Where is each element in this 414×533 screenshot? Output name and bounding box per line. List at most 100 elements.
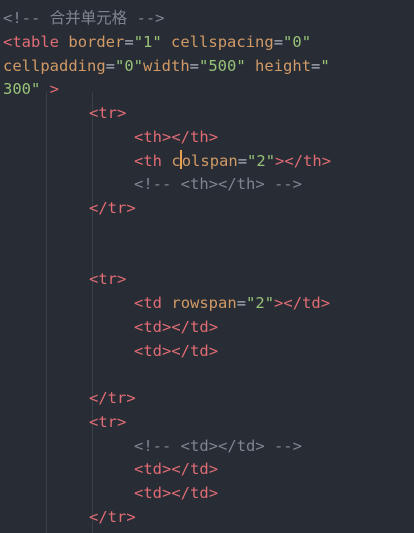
code-line[interactable]: <tr> — [89, 102, 126, 126]
bracket-token: < — [134, 294, 144, 312]
bracket-token: ></ — [274, 294, 303, 312]
string-token: " — [320, 57, 330, 75]
tag-token: tr — [98, 104, 118, 122]
bracket-token: > — [208, 128, 219, 146]
tag-token: tr — [107, 508, 127, 526]
bracket-token: > — [117, 104, 127, 122]
bracket-token: < — [134, 342, 144, 360]
tag-token: th — [143, 152, 163, 170]
bracket-token: ></ — [162, 342, 191, 360]
bracket-token: </ — [89, 508, 108, 526]
equals-token: = — [237, 152, 248, 170]
bracket-token: < — [134, 484, 144, 502]
code-line[interactable]: <td></td> — [134, 316, 218, 340]
tag-token: th — [143, 128, 163, 146]
code-line[interactable]: <tr> — [89, 268, 126, 292]
code-line[interactable]: <th></th> — [134, 126, 218, 150]
code-line[interactable]: <!-- <th></th> --> — [134, 173, 302, 197]
code-line[interactable]: <td></td> — [134, 482, 218, 506]
bracket-token: < — [134, 128, 144, 146]
attr-token: cellspacing — [171, 33, 274, 51]
tag-token: td — [143, 294, 163, 312]
bracket-token: < — [134, 152, 144, 170]
code-line[interactable]: <td></td> — [134, 340, 218, 364]
attr-token: border — [68, 33, 125, 51]
bracket-token: ></ — [162, 128, 191, 146]
code-line[interactable]: <td rowspan="2"></td> — [134, 292, 330, 316]
code-line[interactable]: <!-- <td></td> --> — [134, 435, 302, 459]
tag-token: td — [143, 484, 163, 502]
tag-token: th — [190, 128, 209, 146]
tag-token: td — [190, 318, 209, 336]
comment-token: 合并单元格 — [49, 9, 128, 27]
equals-token: = — [236, 294, 247, 312]
bracket-token: > — [208, 342, 219, 360]
attr-token: rowspan — [171, 294, 237, 312]
bracket-token: > — [320, 294, 331, 312]
tag-token: td — [190, 460, 209, 478]
bracket-token: > — [126, 199, 136, 217]
tag-token: td — [190, 342, 209, 360]
code-line[interactable]: </tr> — [89, 197, 136, 221]
code-line[interactable]: </tr> — [89, 387, 136, 411]
code-line[interactable]: 300" > — [3, 78, 59, 102]
bracket-token: < — [89, 413, 99, 431]
string-token: "2" — [247, 152, 276, 170]
tag-token: tr — [107, 199, 127, 217]
comment-token: <!-- <td></td> --> — [134, 437, 302, 455]
bracket-token: > — [117, 270, 127, 288]
string-token: "1" — [133, 33, 162, 51]
bracket-token: > — [126, 508, 136, 526]
comment-token: --> — [127, 9, 165, 27]
bracket-token: > — [117, 413, 127, 431]
attr-token: width — [143, 57, 190, 75]
bracket-token: ></ — [162, 460, 191, 478]
indent-guide — [92, 92, 93, 533]
tag-token: td — [302, 294, 321, 312]
string-token: "2" — [246, 294, 275, 312]
attr-token: height — [255, 57, 312, 75]
string-token: "0" — [283, 33, 312, 51]
string-token: 300" — [3, 80, 41, 98]
bracket-token: > — [126, 389, 136, 407]
tag-token: tr — [98, 270, 118, 288]
comment-token: <!-- — [3, 9, 50, 27]
code-editor[interactable]: <!-- 合并单元格 --> < table border = "1" cellspa… — [0, 0, 414, 533]
code-line[interactable]: <!-- 合并单元格 --> — [3, 7, 165, 31]
code-line[interactable]: <table border="1" cellspacing="0" — [3, 31, 311, 55]
equals-token: = — [273, 33, 284, 51]
attr-token: cellpadding — [3, 57, 106, 75]
tag-token: td — [143, 318, 163, 336]
bracket-token: ></ — [275, 152, 304, 170]
bracket-token: > — [208, 484, 219, 502]
bracket-token: > — [208, 318, 219, 336]
bracket-token: > — [208, 460, 219, 478]
code-line[interactable]: <tr> — [89, 411, 126, 435]
tag-token: tr — [107, 389, 127, 407]
tag-token: table — [12, 33, 60, 51]
bracket-token: > — [321, 152, 332, 170]
bracket-token: ></ — [162, 484, 191, 502]
bracket-token: < — [134, 460, 144, 478]
bracket-token: < — [89, 270, 99, 288]
bracket-token: < — [134, 318, 144, 336]
equals-token: = — [189, 57, 200, 75]
bracket-token: > — [40, 80, 59, 98]
tag-token: th — [303, 152, 322, 170]
code-line[interactable]: </tr> — [89, 506, 136, 530]
code-line[interactable]: <td></td> — [134, 458, 218, 482]
bracket-token: ></ — [162, 318, 191, 336]
equals-token: = — [311, 57, 321, 75]
comment-token: <!-- <th></th> --> — [134, 175, 302, 193]
code-line[interactable]: <th colspan="2"></th> — [134, 150, 331, 174]
string-token: "500" — [199, 57, 246, 75]
bracket-token: </ — [89, 389, 108, 407]
bracket-token: </ — [89, 199, 108, 217]
string-token: "0" — [115, 57, 143, 75]
code-line[interactable]: cellpadding="0"width="500" height=" — [3, 55, 330, 79]
tag-token: td — [143, 460, 163, 478]
